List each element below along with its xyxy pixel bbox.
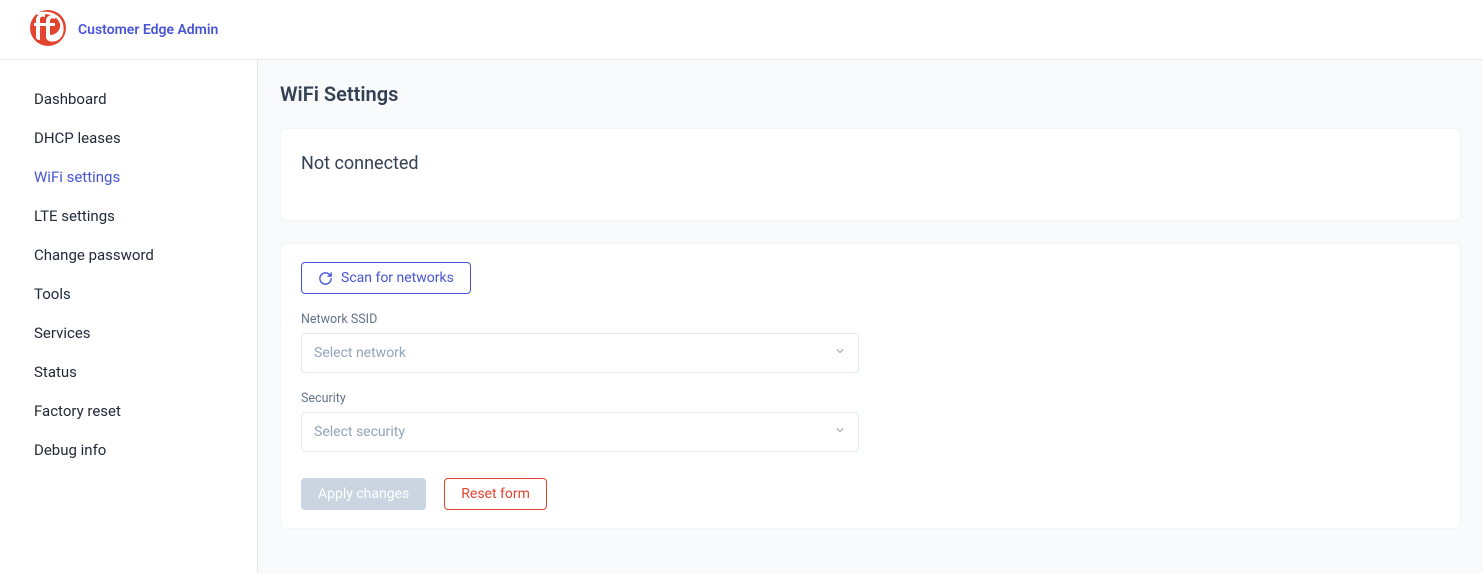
sidebar-item-label: DHCP leases (34, 129, 121, 147)
page-title: WiFi Settings (280, 82, 1461, 106)
sidebar-item-label: Dashboard (34, 90, 107, 108)
reset-form-button[interactable]: Reset form (444, 478, 547, 510)
reset-form-label: Reset form (461, 486, 530, 502)
sidebar-item-services[interactable]: Services (0, 314, 257, 353)
sidebar-item-tools[interactable]: Tools (0, 275, 257, 314)
main-content: WiFi Settings Not connected Scan for net… (258, 60, 1483, 573)
connection-status: Not connected (301, 147, 1440, 202)
sidebar-item-label: LTE settings (34, 207, 115, 225)
apply-changes-button: Apply changes (301, 478, 426, 510)
status-card: Not connected (280, 128, 1461, 221)
sidebar-item-change-password[interactable]: Change password (0, 236, 257, 275)
chevron-down-icon (834, 345, 846, 361)
scan-networks-label: Scan for networks (341, 270, 454, 286)
chevron-down-icon (834, 424, 846, 440)
apply-changes-label: Apply changes (318, 486, 409, 502)
app-title: Customer Edge Admin (78, 22, 218, 38)
sidebar-item-label: Tools (34, 285, 71, 303)
ssid-label: Network SSID (301, 312, 1440, 327)
sidebar-item-label: Change password (34, 246, 154, 264)
sidebar-item-dhcp-leases[interactable]: DHCP leases (0, 119, 257, 158)
wifi-form-card: Scan for networks Network SSID Select ne… (280, 243, 1461, 529)
sidebar-item-label: WiFi settings (34, 168, 120, 186)
security-placeholder: Select security (314, 424, 405, 440)
ssid-placeholder: Select network (314, 345, 406, 361)
security-select[interactable]: Select security (301, 412, 859, 452)
sidebar-item-debug-info[interactable]: Debug info (0, 431, 257, 470)
security-label: Security (301, 391, 1440, 406)
sidebar-item-label: Debug info (34, 441, 106, 459)
sidebar-item-factory-reset[interactable]: Factory reset (0, 392, 257, 431)
ssid-select[interactable]: Select network (301, 333, 859, 373)
sidebar-item-wifi-settings[interactable]: WiFi settings (0, 158, 257, 197)
sidebar-item-label: Status (34, 363, 77, 381)
logo (30, 10, 66, 50)
sidebar-item-label: Factory reset (34, 402, 121, 420)
sidebar-item-label: Services (34, 324, 91, 342)
header: Customer Edge Admin (0, 0, 1483, 60)
refresh-icon (318, 271, 333, 286)
sidebar: Dashboard DHCP leases WiFi settings LTE … (0, 60, 258, 573)
sidebar-item-status[interactable]: Status (0, 353, 257, 392)
scan-networks-button[interactable]: Scan for networks (301, 262, 471, 294)
sidebar-item-dashboard[interactable]: Dashboard (0, 80, 257, 119)
sidebar-item-lte-settings[interactable]: LTE settings (0, 197, 257, 236)
